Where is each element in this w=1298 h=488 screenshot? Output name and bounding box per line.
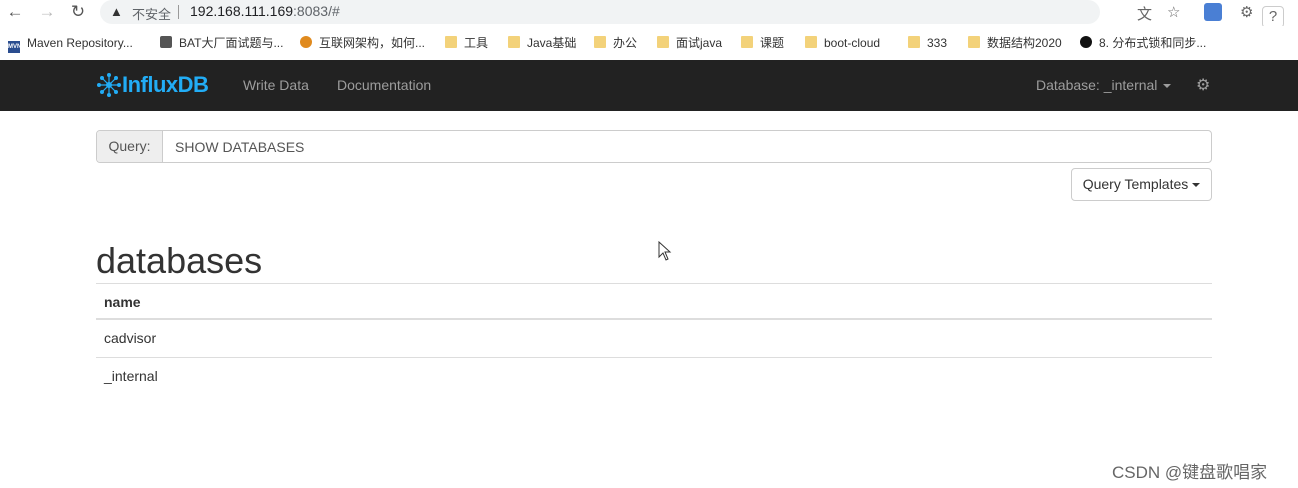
github-icon — [1080, 36, 1092, 48]
query-templates-button[interactable]: Query Templates — [1071, 168, 1212, 201]
bookmark-label: 课题 — [760, 36, 785, 50]
table-row: cadvisor — [104, 330, 157, 346]
bookmark-folder-tools[interactable]: 工具 — [445, 35, 488, 53]
bookmark-label: Java基础 — [527, 36, 577, 50]
bookmark-label: 8. 分布式锁和同步... — [1099, 36, 1207, 50]
bookmark-icon — [300, 36, 312, 48]
insecure-label: 不安全 — [132, 7, 172, 22]
bookmark-label: 数据结构2020 — [987, 36, 1062, 50]
nav-documentation[interactable]: Documentation — [337, 77, 431, 93]
caret-down-icon — [1192, 183, 1201, 188]
watermark: CSDN @键盘歌唱家 — [1112, 463, 1268, 482]
table-row: _internal — [96, 357, 1212, 394]
bookmark-label: BAT大厂面试题与... — [179, 36, 284, 50]
bookmark-folder-topics[interactable]: 课题 — [741, 35, 784, 53]
nav-write-data[interactable]: Write Data — [243, 77, 309, 93]
bookmark-label: 333 — [927, 36, 948, 50]
bookmark-folder-boot-cloud[interactable]: boot-cloud — [805, 35, 880, 53]
bookmark-label: 面试java — [676, 36, 723, 50]
bookmark-label: 工具 — [464, 36, 489, 50]
address-bar[interactable]: ▲ 不安全 192.168.111.169:8083/# — [100, 0, 1100, 24]
bookmark-distributed-lock[interactable]: 8. 分布式锁和同步... — [1080, 35, 1206, 53]
puzzle-icon[interactable]: ⚙ — [1240, 3, 1253, 21]
bookmark-folder-333[interactable]: 333 — [908, 35, 947, 53]
app-navbar: InfluxDB Write Data Documentation Databa… — [0, 60, 1298, 111]
url-host: 192.168.111.169 — [190, 3, 294, 19]
bookmark-bat[interactable]: BAT大厂面试题与... — [160, 35, 283, 53]
query-templates-label: Query Templates — [1082, 176, 1189, 192]
query-label: Query: — [97, 131, 163, 162]
table-header-name: name — [96, 283, 1212, 320]
folder-icon — [908, 36, 920, 48]
help-icon[interactable]: ? — [1262, 6, 1284, 28]
bookmark-folder-office[interactable]: 办公 — [594, 35, 637, 53]
warning-triangle-icon: ▲ — [110, 4, 123, 19]
bookmark-label: 办公 — [613, 36, 638, 50]
bookmarks-bar: MVN Maven Repository... BAT大厂面试题与... 互联网架… — [0, 26, 1298, 60]
database-dropdown[interactable]: Database: _internal — [1036, 77, 1172, 93]
mouse-cursor-icon — [658, 241, 672, 261]
results-title: databases — [96, 240, 263, 281]
bookmark-label: Maven Repository... — [27, 36, 133, 50]
address-divider — [178, 5, 179, 19]
extension-icon[interactable] — [1204, 3, 1222, 21]
results-table: name cadvisor _internal — [96, 283, 1212, 394]
back-arrow-icon[interactable]: ← — [4, 2, 26, 22]
influxdb-logo-icon — [97, 73, 121, 97]
folder-icon — [968, 36, 980, 48]
bookmark-folder-interview[interactable]: 面试java — [657, 35, 722, 53]
bookmark-folder-java[interactable]: Java基础 — [508, 35, 576, 53]
bookmark-folder-data-structures[interactable]: 数据结构2020 — [968, 35, 1062, 53]
url-text: 192.168.111.169:8083/# — [190, 3, 340, 19]
gear-icon[interactable]: ⚙ — [1196, 75, 1210, 95]
folder-icon — [508, 36, 520, 48]
maven-icon: MVN — [8, 41, 21, 53]
bookmark-icon — [160, 36, 172, 48]
caret-down-icon — [1163, 84, 1172, 89]
bookmark-star-icon[interactable]: ☆ — [1167, 3, 1180, 21]
query-input[interactable] — [164, 131, 1211, 162]
influxdb-brand[interactable]: InfluxDB — [96, 72, 209, 100]
forward-arrow-icon[interactable]: → — [36, 2, 58, 22]
reload-icon[interactable]: ↻ — [67, 2, 89, 22]
browser-toolbar: ← → ↻ ▲ 不安全 192.168.111.169:8083/# 文 ☆ ⚙… — [0, 0, 1298, 28]
query-input-group: Query: — [96, 130, 1212, 163]
bookmark-architecture[interactable]: 互联网架构，如何... — [300, 35, 425, 53]
bookmark-label: boot-cloud — [824, 36, 881, 50]
database-label: Database: _internal — [1036, 77, 1158, 93]
folder-icon — [657, 36, 669, 48]
bookmark-label: 互联网架构，如何... — [319, 36, 426, 50]
translate-icon[interactable]: 文 — [1137, 3, 1152, 24]
bookmark-maven[interactable]: MVN Maven Repository... — [8, 35, 133, 53]
folder-icon — [805, 36, 817, 48]
folder-icon — [445, 36, 457, 48]
url-path: :8083/# — [293, 3, 340, 19]
brand-name: InfluxDB — [122, 72, 209, 97]
folder-icon — [741, 36, 753, 48]
folder-icon — [594, 36, 606, 48]
